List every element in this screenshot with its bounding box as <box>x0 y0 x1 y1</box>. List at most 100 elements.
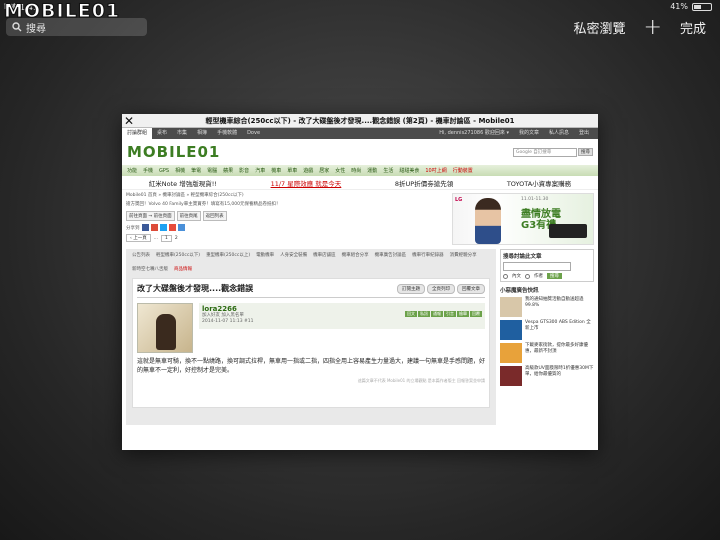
top-nav-item: 桌布 <box>157 130 168 136</box>
category-item: 單車 <box>287 168 298 174</box>
page-nav-button: 前往頁面 → 前往頁面 <box>126 211 175 221</box>
category-item: 手機 <box>143 168 154 174</box>
search-field[interactable]: 搜尋 <box>6 18 147 36</box>
post-tag: 檢舉 <box>457 311 469 317</box>
top-nav-right-item: Hi, dennis271086 歡迎回來 ▾ <box>439 130 509 136</box>
category-item: 筆電 <box>191 168 202 174</box>
post-action-button: 訂閱主題 <box>397 283 425 294</box>
forum-subnav: 公告列表 輕型機車(250cc以下) 重型機車(250cc以上) 電動機車 人身安全裝備… <box>132 252 490 274</box>
side-search: 搜尋討論此文章 內文 作者 搜尋 <box>500 249 594 282</box>
post-timestamp: 2014-11-07 11:13 #11 <box>202 319 254 324</box>
tab-card[interactable]: ✕ 輕型機車綜合(250cc以下) - 改了大碟盤後才發現....觀念錯誤 (第… <box>122 114 598 450</box>
twitter-icon <box>159 224 167 231</box>
page-2-label: 2 <box>174 235 178 241</box>
tab-toolbar: 私密瀏覽 + 完成 <box>574 16 706 38</box>
side-search-input <box>503 262 571 271</box>
top-nav-right-item: 登出 <box>578 130 589 136</box>
side-ad-thumb <box>500 366 522 386</box>
forum-subnav-item: 電動機車 <box>256 253 275 258</box>
category-item: 甜甜美食 <box>399 168 420 174</box>
side-ad-thumb <box>500 320 522 340</box>
share-row: 分享到 <box>126 224 452 231</box>
forum-subnav-item: 新時空七嘴八舌版 <box>132 267 168 272</box>
category-item: 功能 <box>127 168 138 174</box>
top-nav-item: 手機軟體 <box>217 130 238 136</box>
share-label: 分享到 <box>126 225 140 231</box>
battery-icon <box>692 2 712 11</box>
post: 改了大碟盤後才發現....觀念錯誤 訂閱主題 全頁列印 回覆文章 lora2266 … <box>132 278 490 408</box>
done-button[interactable]: 完成 <box>680 18 706 37</box>
top-nav-item: 市集 <box>177 130 188 136</box>
page-snapshot: 討論群組 桌布 市集 相簿 手機軟體 Dove Hi, dennis271086 歡迎回來 … <box>122 128 598 425</box>
category-item: 生活 <box>383 168 394 174</box>
promo-link: 11/7 星際效應 就是今天 <box>270 179 342 188</box>
ad-date: 11.01-11.30 <box>521 197 549 202</box>
category-item: 電腦 <box>207 168 218 174</box>
post-tag: 回文 <box>405 311 417 317</box>
side-ad-thumb <box>500 343 522 363</box>
side-search-button: 搜尋 <box>547 273 562 279</box>
page-nav-button: 返回列表 <box>202 211 227 221</box>
category-item: 影音 <box>239 168 250 174</box>
page-1-button: 1 <box>161 234 172 242</box>
forum-subnav-item: 人身安全裝備 <box>280 253 308 258</box>
forum-subnav-item: 機車店舖區 <box>313 253 336 258</box>
post-body: 這就是無車可騎，換不一點繞路，換可調式拉桿，無車用一指或二指，四指全用上容易產生… <box>137 358 486 374</box>
post-action-button: 全頁列印 <box>427 283 455 294</box>
top-nav-right-item: 私人訊息 <box>548 130 569 136</box>
prev-page-button: ‹ 上一頁 <box>126 234 151 242</box>
promo-link: TOYOTA小資專案購務 <box>506 179 572 188</box>
top-nav-item: Dove <box>247 130 261 136</box>
notice-text: 搶方獎回！Volvo 40 Family車主獎賞券！填寫有15,000元保養精品… <box>126 202 281 207</box>
category-item: GPS <box>159 167 170 174</box>
new-tab-button[interactable]: + <box>644 16 662 38</box>
side-ad-text: Vespa GTS300 ABS Edition 全新上市 <box>525 320 591 331</box>
ad-laptop-image <box>549 224 587 238</box>
email-icon <box>177 224 185 231</box>
forum-subnav-item: 消費經驗分享 <box>449 253 477 258</box>
promo-link: 8折UP折價劵搶先領 <box>394 179 454 188</box>
side-ad-text: 我的通知抽獎活動自動送超過99.8% <box>525 297 584 308</box>
side-ad-item: 高級款UV面膜限時1折優惠30M下單，給你最優質的 <box>500 366 594 386</box>
category-item: 汽車 <box>255 168 266 174</box>
site-header: MOBILE01 Google 自訂搜尋 搜尋 <box>122 139 598 165</box>
post-header: 改了大碟盤後才發現....觀念錯誤 訂閱主題 全頁列印 回覆文章 <box>137 283 485 298</box>
search-placeholder: 搜尋 <box>26 23 46 35</box>
top-nav-item: 相簿 <box>197 130 208 136</box>
forum-subnav-item: 公告列表 <box>132 253 150 258</box>
side-ad-item: 我的通知抽獎活動自動送超過99.8% <box>500 297 594 317</box>
side-ad-text: 下載麥家街款，提你最多好康優惠，最新不封頂 <box>525 343 588 354</box>
post-tag: 私訊 <box>418 311 430 317</box>
page-nav-button: 前往頁尾 <box>176 211 201 221</box>
post-title: 改了大碟盤後才發現....觀念錯誤 <box>137 284 254 293</box>
forum-subnav-item: 機車行車紀錄器 <box>412 253 444 258</box>
search-scope: 內文 作者 搜尋 <box>503 273 591 279</box>
battery-indicator: 41% <box>670 2 712 11</box>
category-item: 蘋果 <box>223 168 234 174</box>
side-search-title: 搜尋討論此文章 <box>503 254 542 260</box>
side-ad-text: 高級款UV面膜限時1折優惠30M下單，給你最優質的 <box>525 366 594 377</box>
forum-subnav-item: 機車廣告討論區 <box>374 253 407 258</box>
close-tab-button[interactable]: ✕ <box>122 114 136 128</box>
top-nav-item: 討論群組 <box>122 128 153 139</box>
side-ads-title: 小惡魔廣告快訊 <box>500 288 539 294</box>
post-action-button: 回覆文章 <box>457 283 485 294</box>
promo-bar: 紅米Note 增強版現貨!! 11/7 星際效應 就是今天 8折UP折價劵搶先領 TO… <box>122 176 598 190</box>
category-nav: 功能 手機 GPS 相機 筆電 電腦 蘋果 影音 汽車 機車 單車 遊戲 居家 女性 時尚 運動 生活 甜甜美食 1… <box>122 165 598 176</box>
plurk-icon <box>168 224 176 231</box>
forum-subnav-item: 重型機車(250cc以上) <box>206 253 251 258</box>
private-browsing-button[interactable]: 私密瀏覽 <box>574 18 626 37</box>
forum-area: 公告列表 輕型機車(250cc以下) 重型機車(250cc以上) 電動機車 人身安全裝備… <box>122 249 598 425</box>
category-item: 遊戲 <box>303 168 314 174</box>
promo-link: 紅米Note 增強版現貨!! <box>148 179 217 188</box>
category-item: 10吋上網 <box>425 168 447 174</box>
side-ad-item: Vespa GTS300 ABS Edition 全新上市 <box>500 320 594 340</box>
category-item: 相機 <box>175 168 186 174</box>
google-search-button: 搜尋 <box>578 148 593 156</box>
battery-percent: 41% <box>670 2 688 11</box>
pager: ‹ 上一頁 ... 1 2 <box>126 234 452 242</box>
breadcrumb: Mobile01 首頁 » 機車討論區 » 輕型機車綜合(250cc以下) <box>126 193 244 198</box>
author-info: lora2266 加入好友 加入黑名單 2014-11-07 11:13 #11… <box>199 303 485 329</box>
post-tag: 通報 <box>431 311 443 317</box>
tab-title: 輕型機車綜合(250cc以下) - 改了大碟盤後才發現....觀念錯誤 (第2頁… <box>205 116 515 125</box>
